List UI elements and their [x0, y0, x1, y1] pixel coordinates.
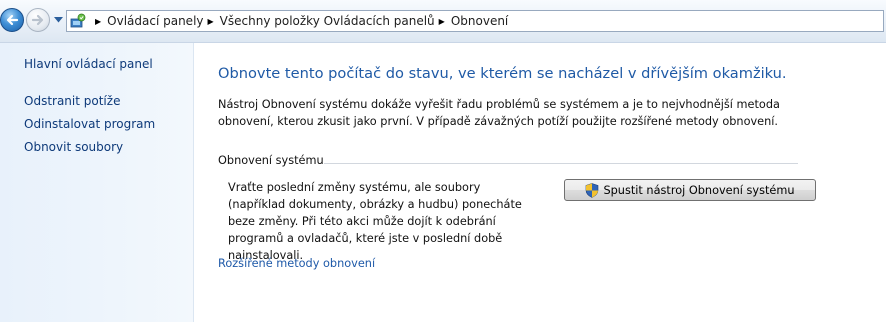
- back-button[interactable]: [0, 8, 24, 32]
- uac-shield-icon: [586, 182, 599, 198]
- breadcrumb-recovery[interactable]: Obnovení: [451, 14, 508, 28]
- group-divider: [324, 163, 798, 164]
- chevron-right-icon[interactable]: ▶: [95, 17, 101, 26]
- history-dropdown-icon: [53, 17, 63, 23]
- forward-arrow-icon: [31, 14, 44, 26]
- control-panel-icon: [69, 12, 87, 30]
- address-bar[interactable]: ▶ Ovládací panely ▶ Všechny položky Ovlá…: [66, 10, 884, 32]
- navigation-bar: ▶ Ovládací panely ▶ Všechny položky Ovlá…: [0, 0, 886, 43]
- chevron-right-icon[interactable]: ▶: [439, 17, 445, 26]
- control-panel-home-link[interactable]: Hlavní ovládací panel: [24, 57, 153, 71]
- breadcrumb-control-panel[interactable]: Ovládací panely: [107, 14, 203, 28]
- restore-files-link[interactable]: Obnovit soubory: [24, 140, 123, 154]
- uninstall-program-link[interactable]: Odinstalovat program: [24, 117, 155, 131]
- back-arrow-icon: [6, 14, 19, 26]
- chevron-right-icon[interactable]: ▶: [208, 17, 214, 26]
- left-task-pane: Hlavní ovládací panel Odstranit potíže O…: [0, 43, 194, 322]
- page-description: Nástroj Obnovení systému dokáže vyřešit …: [218, 98, 780, 128]
- history-dropdown-button[interactable]: [52, 12, 64, 28]
- main-content: Obnovte tento počítač do stavu, ve které…: [194, 43, 886, 322]
- breadcrumb-all-items[interactable]: Všechny položky Ovládacích panelů: [220, 14, 435, 28]
- open-system-restore-button-label: Spustit nástroj Obnovení systému: [603, 183, 795, 197]
- system-restore-group-title: Obnovení systému: [218, 154, 324, 167]
- advanced-recovery-link[interactable]: Rozšířené metody obnovení: [218, 257, 375, 270]
- system-restore-description: Vraťte poslední změny systému, ale soubo…: [228, 181, 522, 262]
- forward-button[interactable]: [26, 8, 50, 32]
- open-system-restore-button[interactable]: Spustit nástroj Obnovení systému: [564, 179, 816, 201]
- troubleshoot-link[interactable]: Odstranit potíže: [24, 94, 120, 108]
- page-title: Obnovte tento počítač do stavu, ve které…: [218, 65, 787, 82]
